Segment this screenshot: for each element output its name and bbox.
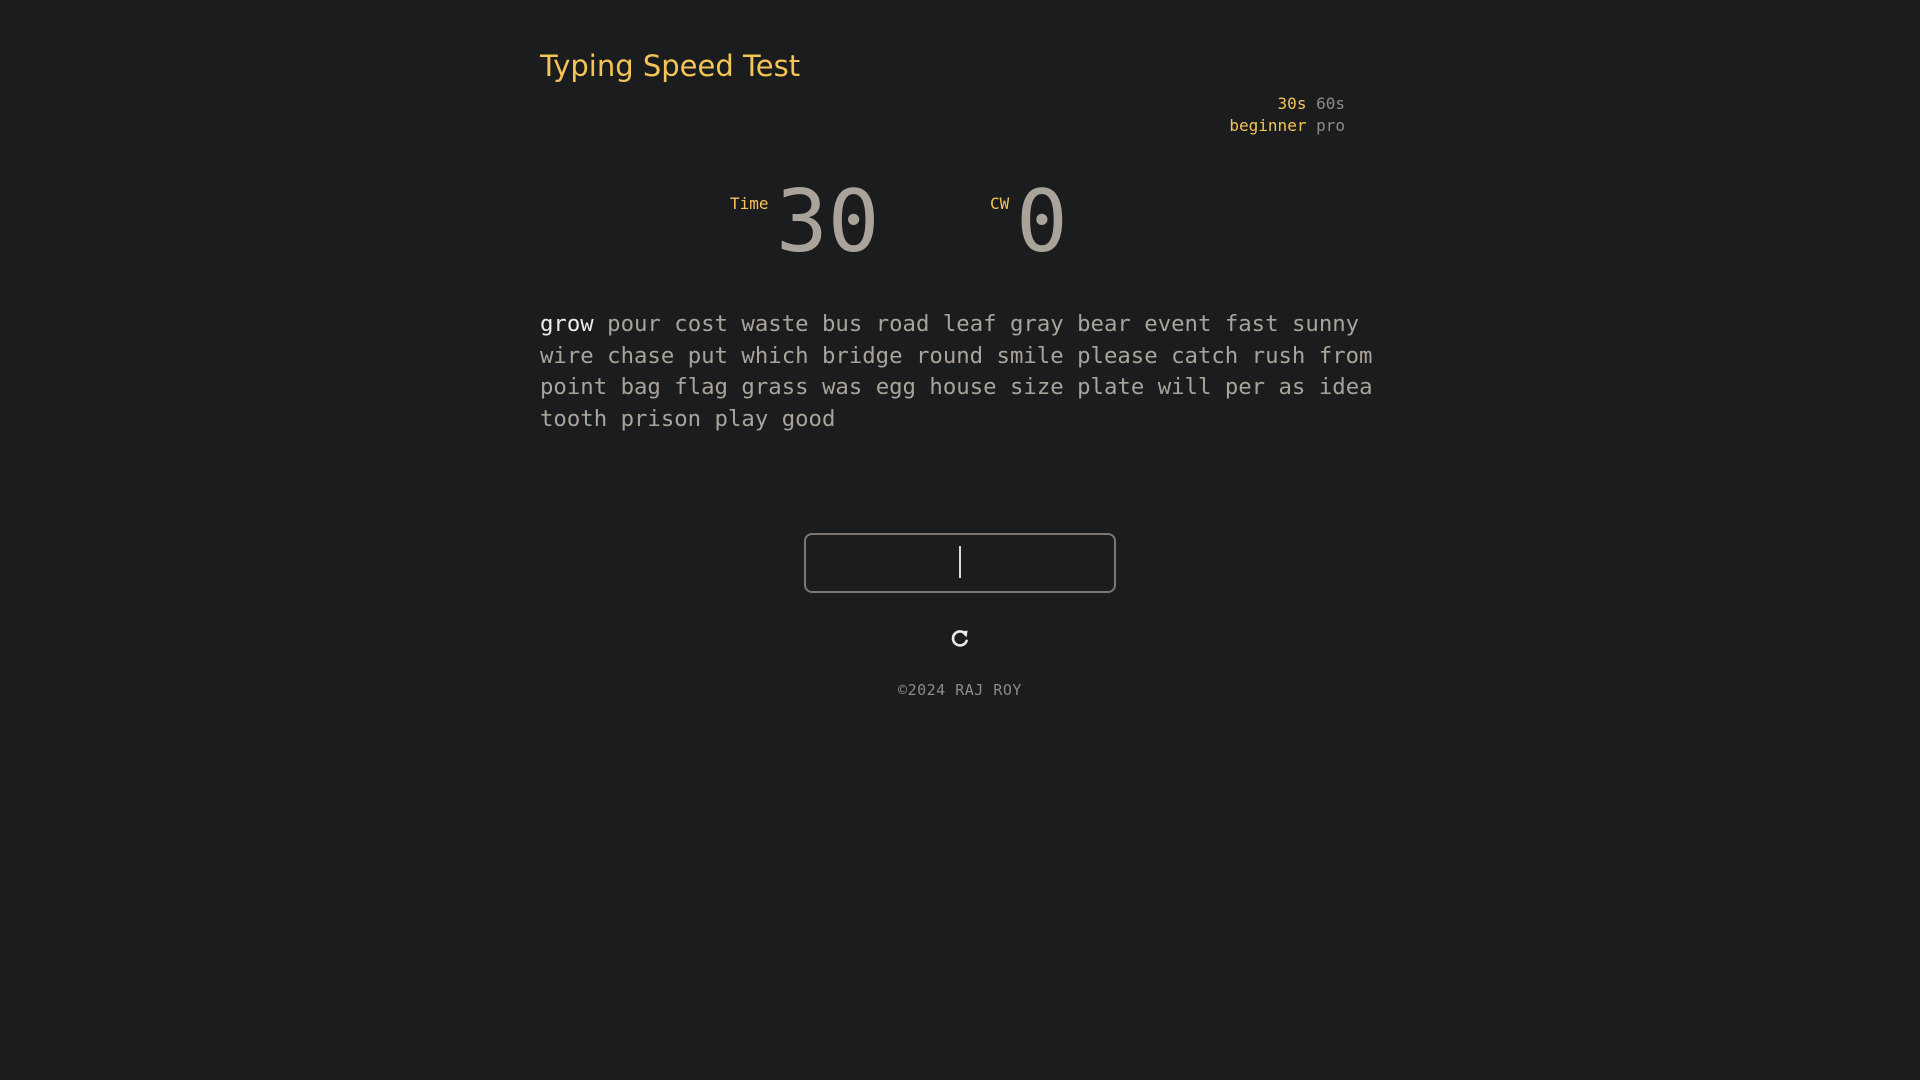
word: gray xyxy=(1009,311,1064,337)
word: which xyxy=(741,342,809,369)
word: per xyxy=(1224,374,1266,400)
word: leaf xyxy=(942,311,997,337)
word: bag xyxy=(620,374,661,400)
word: size xyxy=(1009,374,1064,400)
word: as xyxy=(1278,374,1306,400)
word: wire xyxy=(540,342,594,369)
duration-option-30s[interactable]: 30s xyxy=(1278,94,1307,113)
level-option-pro[interactable]: pro xyxy=(1316,116,1345,135)
word: event xyxy=(1144,311,1212,337)
refresh-button[interactable] xyxy=(946,624,974,652)
word: good xyxy=(781,405,836,432)
word: sunny xyxy=(1291,311,1360,337)
word: grass xyxy=(741,374,809,400)
word: from xyxy=(1318,342,1373,369)
current-word: grow xyxy=(540,311,594,337)
word: tooth xyxy=(540,405,608,432)
time-label: Time xyxy=(730,194,769,213)
word: waste xyxy=(741,311,809,337)
word: catch xyxy=(1171,342,1239,369)
word: flag xyxy=(674,374,728,400)
word: chase xyxy=(607,342,675,369)
level-options: beginner pro xyxy=(1229,115,1345,137)
word: will xyxy=(1157,374,1212,400)
level-option-beginner[interactable]: beginner xyxy=(1229,116,1306,135)
word-list: grow pour cost waste bus road leaf gray … xyxy=(540,309,1390,435)
footer-copyright: ©2024 RAJ ROY xyxy=(898,681,1022,699)
word: was xyxy=(821,374,863,400)
word: cost xyxy=(674,311,728,337)
word: prison xyxy=(620,405,702,432)
word: pour xyxy=(607,311,661,337)
settings-panel: 30s 60s beginner pro xyxy=(1229,93,1345,137)
word: please xyxy=(1077,342,1158,369)
cw-value: 0 xyxy=(1016,172,1068,272)
word: play xyxy=(714,405,769,432)
time-value: 30 xyxy=(776,172,880,272)
text-caret xyxy=(959,546,961,578)
word: plate xyxy=(1077,374,1145,400)
word: idea xyxy=(1318,374,1373,400)
word: point xyxy=(540,374,608,400)
word: fast xyxy=(1224,311,1279,337)
duration-options: 30s 60s xyxy=(1229,93,1345,115)
word: house xyxy=(929,374,997,400)
word: rush xyxy=(1251,342,1306,369)
word: road xyxy=(875,311,930,337)
word: bridge xyxy=(821,342,903,369)
word: bear xyxy=(1077,311,1131,337)
word: bus xyxy=(821,311,863,337)
refresh-icon xyxy=(951,630,968,647)
word: smile xyxy=(996,342,1064,369)
word: round xyxy=(915,342,984,369)
word: egg xyxy=(875,374,916,400)
cw-label: CW xyxy=(990,194,1010,213)
word: put xyxy=(687,342,728,369)
page-title: Typing Speed Test xyxy=(540,49,801,83)
duration-option-60s[interactable]: 60s xyxy=(1316,94,1345,113)
